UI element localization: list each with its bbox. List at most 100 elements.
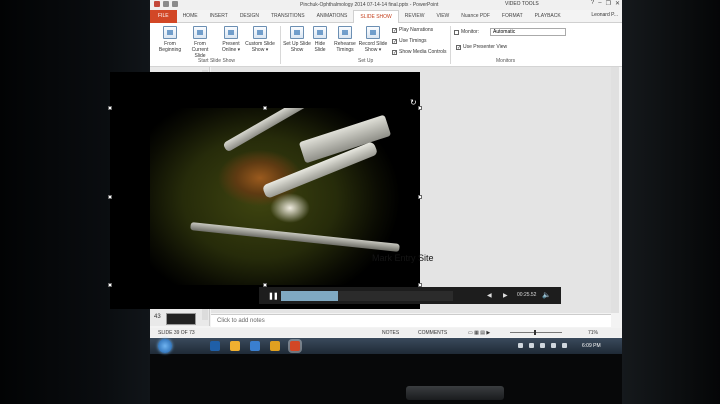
tab-playback[interactable]: PLAYBACK [529,10,567,23]
status-bar: SLIDE 39 OF 73 NOTES COMMENTS ▭ ▦ ▤ ▶ 71… [150,328,622,337]
monitor-select[interactable]: Automatic [490,28,566,36]
undo-icon[interactable] [172,1,178,7]
play-narrations-checkbox[interactable]: ✓ Play Narrations [392,27,433,33]
tray-icon[interactable] [540,343,545,348]
monitor-stand [406,386,504,400]
slideshow-current-icon [193,26,207,39]
check-icon: ✓ [456,44,462,51]
group-label-start-slide-show: Start Slide Show [198,58,235,64]
save-icon[interactable] [163,1,169,7]
tab-review[interactable]: REVIEW [399,10,431,23]
video-progress-fill [281,291,338,301]
notes-pane[interactable]: Click to add notes [211,314,611,327]
pause-icon[interactable]: ❚❚ [268,292,279,300]
taskbar-app-icon[interactable] [210,341,220,351]
notes-placeholder: Click to add notes [217,318,265,324]
use-presenter-view-checkbox[interactable]: ✓ Use Presenter View [456,44,507,50]
system-tray[interactable] [518,343,567,348]
monitor-label: Monitor: [454,29,479,35]
tab-insert[interactable]: INSERT [204,10,234,23]
ribbon-separator [450,26,451,64]
set-up-slide-show-button[interactable]: Set Up Slide Show [283,26,311,53]
hide-slide-button[interactable]: Hide Slide [311,26,329,53]
notes-button[interactable]: NOTES [382,330,399,336]
resize-handle[interactable] [108,283,112,287]
monitor-bezel-right [622,0,720,404]
slide-number: 43 [154,314,161,320]
comments-button[interactable]: COMMENTS [418,330,447,336]
resize-handle[interactable] [108,195,112,199]
record-icon [366,26,380,39]
video-time: 00:25.52 [517,292,537,298]
custom-slide-show-button[interactable]: Custom Slide Show ▾ [244,26,276,53]
tray-icon[interactable] [529,343,534,348]
start-button-icon[interactable] [158,339,172,353]
windows-taskbar: 6:09 PM [150,338,622,354]
tab-animations[interactable]: ANIMATIONS [311,10,354,23]
taskbar-explorer-icon[interactable] [270,341,280,351]
help-button[interactable]: ? [591,0,594,7]
volume-icon[interactable]: 🔈 [542,291,551,299]
powerpoint-icon [154,1,160,7]
resize-handle[interactable] [263,106,267,110]
video-progress-track[interactable] [281,291,453,301]
ribbon-separator [280,26,281,64]
check-icon: ✓ [392,27,398,34]
resize-handle[interactable] [108,106,112,110]
zoom-level[interactable]: 71% [588,330,598,336]
setup-icon [290,26,304,39]
from-current-slide-button[interactable]: From Current Slide [186,26,214,59]
group-label-monitors: Monitors [496,58,516,64]
custom-show-icon [253,26,267,39]
minimize-button[interactable]: – [598,0,601,7]
tab-format[interactable]: FORMAT [496,10,529,23]
check-icon: ✓ [392,38,398,45]
zoom-slider-thumb[interactable] [534,330,536,335]
quick-access-toolbar[interactable] [154,1,178,7]
taskbar-folder-icon[interactable] [230,341,240,351]
ribbon: From Beginning From Current Slide Presen… [150,23,622,67]
rehearse-timings-button[interactable]: Rehearse Timings [332,26,358,53]
context-tools-title: VIDEO TOOLS [505,1,539,7]
zoom-slider[interactable] [510,332,562,333]
slide-thumbnail-43[interactable] [166,313,196,325]
from-beginning-button[interactable]: From Beginning [156,26,184,53]
rotate-handle-icon[interactable]: ↻ [410,98,417,107]
canvas-scrollbar[interactable] [611,67,619,313]
resize-handle[interactable] [418,106,422,110]
video-caption: Mark Entry Site [372,253,434,263]
tab-slide-show[interactable]: SLIDE SHOW [353,9,399,23]
taskbar-ie-icon[interactable] [250,341,260,351]
present-online-icon [224,26,238,39]
hide-slide-icon [313,26,327,39]
tab-transitions[interactable]: TRANSITIONS [265,10,311,23]
reflection [270,193,310,223]
tray-icon[interactable] [551,343,556,348]
show-media-controls-checkbox[interactable]: ✓ Show Media Controls [392,49,447,55]
present-online-button[interactable]: Present Online ▾ [218,26,244,53]
restore-button[interactable]: ❐ [606,0,611,7]
view-buttons-icon[interactable]: ▭ ▦ ▤ ▶ [468,330,490,336]
tab-home[interactable]: HOME [177,10,204,23]
taskbar-powerpoint-icon[interactable] [290,341,300,351]
close-button[interactable]: ✕ [615,0,620,7]
surgical-video-image [150,108,410,285]
step-back-icon[interactable]: ◀ [487,292,492,299]
tray-icon[interactable] [562,343,567,348]
check-icon: ✓ [392,49,398,56]
tab-file[interactable]: FILE [150,9,177,23]
record-slide-show-button[interactable]: Record Slide Show ▾ [358,26,388,53]
user-account[interactable]: Leonard P... [591,12,618,18]
rehearse-icon [338,26,352,39]
instrument [190,222,400,252]
resize-handle[interactable] [418,195,422,199]
step-forward-icon[interactable]: ▶ [503,292,508,299]
slide-counter: SLIDE 39 OF 73 [158,330,195,336]
ribbon-tabs: FILE HOME INSERT DESIGN TRANSITIONS ANIM… [150,9,622,23]
tray-icon[interactable] [518,343,523,348]
tab-view[interactable]: VIEW [431,10,456,23]
use-timings-checkbox[interactable]: ✓ Use Timings [392,38,427,44]
tab-nuance-pdf[interactable]: Nuance PDF [455,10,496,23]
clock: 6:09 PM [582,343,601,349]
tab-design[interactable]: DESIGN [234,10,265,23]
